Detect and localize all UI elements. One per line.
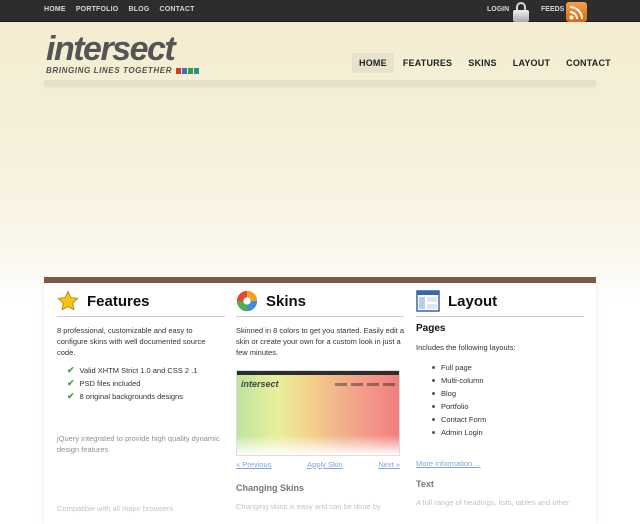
skins-title: Skins xyxy=(266,292,307,310)
features-heading: Features xyxy=(57,290,225,317)
top-nav-contact[interactable]: CONTACT xyxy=(159,6,194,13)
thumb-logo: intersect xyxy=(241,379,279,389)
layout-window-icon xyxy=(416,290,440,312)
skin-pager: « Previous Apply Skin Next » xyxy=(236,460,400,469)
header-divider xyxy=(44,80,596,85)
list-item: Multi-column xyxy=(432,374,584,387)
layout-faded-text: A full range of headings, lists, tables … xyxy=(416,498,570,507)
logo-wordmark: intersect xyxy=(46,30,176,68)
pages-title: Pages xyxy=(416,323,446,334)
rss-icon[interactable] xyxy=(566,2,587,22)
layout-heading: Layout xyxy=(416,290,584,317)
top-nav-portfolio[interactable]: PORTFOLIO xyxy=(76,6,119,13)
list-item: ✔ 8 original backgrounds designs xyxy=(67,390,225,403)
top-nav-blog[interactable]: BLOG xyxy=(128,6,149,13)
list-item: Full page xyxy=(432,361,584,374)
skins-faded-text: Changing skins is easy and can be done b… xyxy=(236,502,381,511)
main-nav: HOME FEATURES SKINS LAYOUT CONTACT xyxy=(352,53,618,73)
color-wheel-icon xyxy=(236,290,258,312)
check-icon: ✔ xyxy=(67,365,75,375)
main-nav-contact[interactable]: CONTACT xyxy=(559,53,618,73)
check-icon: ✔ xyxy=(67,378,75,388)
check-text: Valid XHTM Strict 1.0 and CSS 2 .1 xyxy=(79,366,198,375)
check-icon: ✔ xyxy=(67,391,75,401)
skins-intro: Skinned in 8 colors to get you started. … xyxy=(236,326,405,357)
layout-list: Full page Multi-column Blog Portfolio Co… xyxy=(432,361,584,439)
features-faded-text: Compatible with all major browsers xyxy=(57,504,174,513)
more-information-link[interactable]: More information ... xyxy=(416,459,481,468)
top-bar: HOME PORTFOLIO BLOG CONTACT LOGIN FEEDS xyxy=(0,0,640,22)
skin-previous-link[interactable]: « Previous xyxy=(236,460,271,469)
list-item: ✔ PSD files included xyxy=(67,377,225,390)
features-checklist: ✔ Valid XHTM Strict 1.0 and CSS 2 .1 ✔ PSD… xyxy=(67,364,225,403)
logo-tagline: BRINGING LINES TOGETHER xyxy=(46,66,200,75)
features-title: Features xyxy=(87,292,150,310)
skin-preview-thumbnail[interactable]: intersect xyxy=(236,370,400,456)
logo-stripes xyxy=(176,67,200,74)
main-nav-layout[interactable]: LAYOUT xyxy=(506,53,557,73)
login-link[interactable]: LOGIN xyxy=(487,6,509,13)
check-text: PSD files included xyxy=(79,379,141,388)
star-icon xyxy=(57,290,79,311)
apply-skin-link[interactable]: Apply Skin xyxy=(307,460,342,469)
lock-icon[interactable] xyxy=(512,2,530,22)
list-item: Contact Form xyxy=(432,413,584,426)
changing-skins-heading: Changing Skins xyxy=(236,483,305,493)
logo-tagline-text: BRINGING LINES TOGETHER xyxy=(46,66,173,75)
text-heading: Text xyxy=(416,479,434,489)
list-item: Portfolio xyxy=(432,400,584,413)
list-item: Blog xyxy=(432,387,584,400)
skin-next-link[interactable]: Next » xyxy=(378,460,400,469)
main-nav-home[interactable]: HOME xyxy=(352,53,394,73)
features-column: Features 8 professional, customizable an… xyxy=(57,290,225,514)
list-item: Admin Login xyxy=(432,426,584,439)
features-intro: 8 professional, customizable and easy to… xyxy=(57,326,206,357)
top-nav-home[interactable]: HOME xyxy=(44,6,66,13)
layout-title: Layout xyxy=(448,292,498,310)
feeds-link[interactable]: FEEDS xyxy=(541,6,564,13)
list-item: ✔ Valid XHTM Strict 1.0 and CSS 2 .1 xyxy=(67,364,225,377)
site-logo[interactable]: intersect BRINGING LINES TOGETHER xyxy=(46,30,200,75)
main-nav-skins[interactable]: SKINS xyxy=(461,53,504,73)
main-nav-features[interactable]: FEATURES xyxy=(396,53,459,73)
skins-column: Skins Skinned in 8 colors to get you sta… xyxy=(236,290,404,512)
skins-heading: Skins xyxy=(236,290,404,317)
check-text: 8 original backgrounds designs xyxy=(79,392,183,401)
features-jquery-text: jQuery integrated to provide high qualit… xyxy=(57,434,220,454)
top-nav: HOME PORTFOLIO BLOG CONTACT xyxy=(44,6,195,13)
layout-column: Layout Pages Includes the following layo… xyxy=(416,290,584,508)
layout-intro: Includes the following layouts: xyxy=(416,343,516,352)
